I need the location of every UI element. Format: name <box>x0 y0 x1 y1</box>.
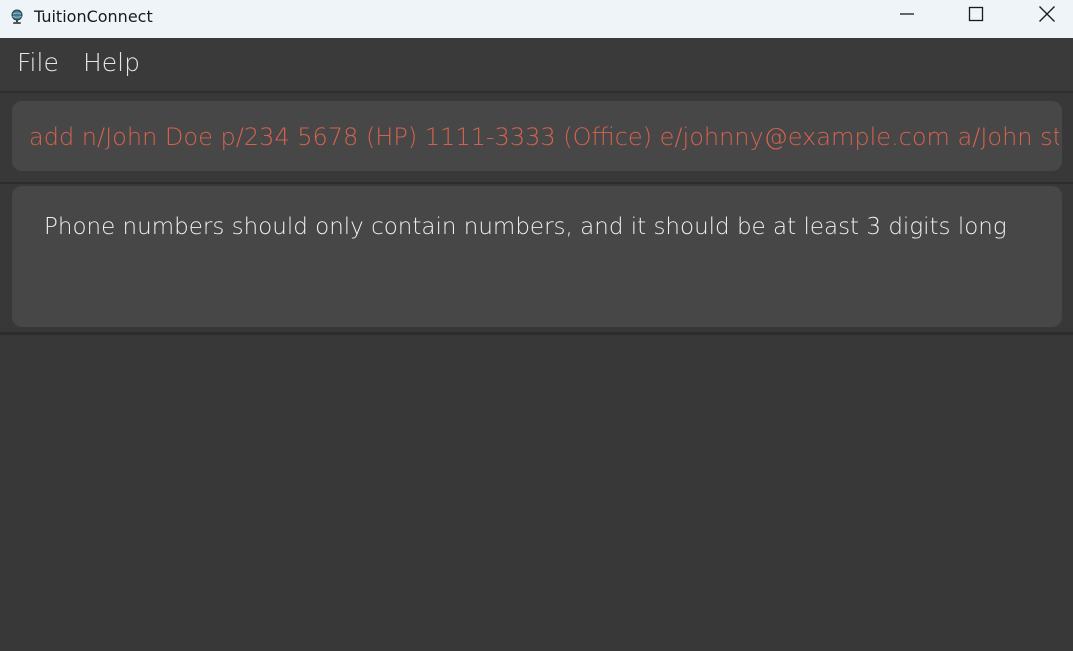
app-window: TuitionConnect File Help add n/John Doe … <box>0 0 1073 651</box>
menu-bar: File Help <box>0 38 1073 93</box>
window-title: TuitionConnect <box>34 7 153 26</box>
menu-file[interactable]: File <box>17 48 59 77</box>
result-message: Phone numbers should only contain number… <box>44 214 1007 240</box>
globe-icon <box>10 9 24 25</box>
close-icon <box>1038 5 1056 27</box>
close-button[interactable] <box>1012 0 1073 32</box>
menu-help[interactable]: Help <box>83 48 140 77</box>
minimize-button[interactable] <box>872 0 941 32</box>
command-pane: add n/John Doe p/234 5678 (HP) 1111-3333… <box>0 93 1073 185</box>
list-panel <box>0 335 1073 651</box>
command-box: add n/John Doe p/234 5678 (HP) 1111-3333… <box>12 101 1062 171</box>
title-bar: TuitionConnect <box>0 0 1073 38</box>
result-display: Phone numbers should only contain number… <box>12 186 1062 327</box>
maximize-button[interactable] <box>941 0 1010 32</box>
result-pane: Phone numbers should only contain number… <box>0 184 1073 335</box>
minimize-icon <box>899 6 915 26</box>
maximize-icon <box>968 6 984 26</box>
command-input[interactable]: add n/John Doe p/234 5678 (HP) 1111-3333… <box>29 120 1059 154</box>
